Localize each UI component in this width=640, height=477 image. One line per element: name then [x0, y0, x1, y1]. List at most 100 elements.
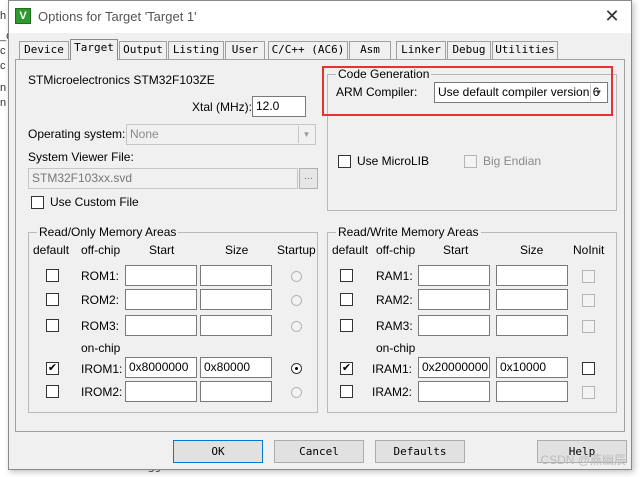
use-custom-file-checkbox[interactable] — [31, 196, 44, 209]
rw-header-start: Start — [443, 243, 469, 257]
iram1-default-checkbox[interactable]: ✔ — [340, 362, 353, 375]
tab-cpp[interactable]: C/C++ (AC6) — [268, 41, 348, 59]
iram1-noinit-checkbox[interactable] — [582, 362, 595, 375]
ram1-noinit-checkbox[interactable] — [582, 270, 595, 283]
rom1-label: ROM1: — [81, 269, 120, 283]
background-char: c — [0, 60, 6, 72]
irom1-startup-radio[interactable] — [291, 363, 302, 374]
red-highlight-box — [322, 66, 613, 116]
ram3-size-input[interactable] — [496, 315, 568, 336]
iram2-noinit-checkbox[interactable] — [582, 386, 595, 399]
use-microlib-label: Use MicroLIB — [357, 154, 430, 168]
title-bar[interactable]: V Options for Target 'Target 1' ✕ — [9, 1, 631, 33]
irom2-startup-radio[interactable] — [291, 387, 302, 398]
iram2-label: IRAM2: — [372, 385, 413, 399]
rom2-start-input[interactable] — [125, 289, 197, 310]
irom1-start-input[interactable]: 0x8000000 — [125, 357, 197, 378]
iram1-start-input[interactable]: 0x20000000 — [418, 357, 490, 378]
background-char: c — [0, 45, 6, 57]
ro-header-start: Start — [149, 243, 175, 257]
ro-header-offchip: off-chip — [81, 243, 121, 257]
background-char: n — [0, 82, 7, 94]
ro-onchip-label: on-chip — [81, 341, 121, 355]
irom2-size-input[interactable] — [200, 381, 272, 402]
rom3-label: ROM3: — [81, 319, 120, 333]
rom3-default-checkbox[interactable] — [46, 319, 59, 332]
ram1-start-input[interactable] — [418, 265, 490, 286]
ro-header-default: default — [33, 243, 70, 257]
background-char: h — [0, 10, 7, 22]
ram3-default-checkbox[interactable] — [340, 319, 353, 332]
ram3-label: RAM3: — [376, 319, 413, 333]
read-only-memory-title: Read/Only Memory Areas — [37, 225, 179, 239]
read-write-memory-group: Read/Write Memory Areas default off-chip… — [327, 225, 617, 413]
chevron-down-icon: ▼ — [298, 126, 314, 143]
os-label: Operating system: — [28, 127, 126, 141]
rw-header-offchip: off-chip — [376, 243, 416, 257]
ram2-noinit-checkbox[interactable] — [582, 294, 595, 307]
rw-header-size: Size — [520, 243, 544, 257]
rom2-default-checkbox[interactable] — [46, 293, 59, 306]
use-microlib-checkbox[interactable] — [338, 155, 351, 168]
device-name: STMicroelectronics STM32F103ZE — [28, 73, 215, 87]
defaults-button[interactable]: Defaults — [375, 440, 465, 463]
use-custom-file-label: Use Custom File — [50, 195, 139, 209]
rom3-start-input[interactable] — [125, 315, 197, 336]
big-endian-checkbox[interactable] — [464, 155, 477, 168]
irom1-default-checkbox[interactable]: ✔ — [46, 362, 59, 375]
iram1-size-input[interactable]: 0x10000 — [496, 357, 568, 378]
ok-button[interactable]: OK — [173, 440, 263, 463]
os-select-value: None — [130, 127, 159, 141]
rom2-size-input[interactable] — [200, 289, 272, 310]
rom1-size-input[interactable] — [200, 265, 272, 286]
irom1-size-input[interactable]: 0x80000 — [200, 357, 272, 378]
os-select[interactable]: None ▼ — [126, 124, 316, 145]
tab-target[interactable]: Target — [70, 39, 118, 60]
ram2-size-input[interactable] — [496, 289, 568, 310]
tab-listing[interactable]: Listing — [168, 41, 224, 59]
background-editor-strip: h _c c c n n — [0, 0, 12, 477]
ro-header-size: Size — [225, 243, 249, 257]
read-write-memory-title: Read/Write Memory Areas — [336, 225, 481, 239]
ram3-start-input[interactable] — [418, 315, 490, 336]
svf-label: System Viewer File: — [28, 150, 134, 164]
read-only-memory-group: Read/Only Memory Areas default off-chip … — [28, 225, 318, 413]
close-button[interactable]: ✕ — [593, 1, 631, 33]
keil-app-icon: V — [15, 8, 31, 24]
tab-output[interactable]: Output — [119, 41, 167, 59]
ram2-label: RAM2: — [376, 293, 413, 307]
irom2-start-input[interactable] — [125, 381, 197, 402]
tab-user[interactable]: User — [225, 41, 265, 59]
rom2-startup-radio[interactable] — [291, 295, 302, 306]
window-title: Options for Target 'Target 1' — [38, 9, 197, 24]
svf-browse-button[interactable]: ... — [299, 168, 318, 189]
rom1-startup-radio[interactable] — [291, 271, 302, 282]
ram2-default-checkbox[interactable] — [340, 293, 353, 306]
rom1-start-input[interactable] — [125, 265, 197, 286]
xtal-label: Xtal (MHz): — [192, 100, 252, 114]
tab-debug[interactable]: Debug — [447, 41, 491, 59]
background-char: n — [0, 97, 7, 109]
xtal-input[interactable]: 12.0 — [252, 96, 306, 117]
cancel-button[interactable]: Cancel — [274, 440, 364, 463]
rom1-default-checkbox[interactable] — [46, 269, 59, 282]
irom2-label: IROM2: — [81, 385, 123, 399]
rom3-startup-radio[interactable] — [291, 321, 302, 332]
rom3-size-input[interactable] — [200, 315, 272, 336]
irom2-default-checkbox[interactable] — [46, 385, 59, 398]
rw-header-noinit: NoInit — [573, 243, 605, 257]
iram1-label: IRAM1: — [372, 362, 413, 376]
tab-asm[interactable]: Asm — [349, 41, 391, 59]
ram3-noinit-checkbox[interactable] — [582, 320, 595, 333]
ram2-start-input[interactable] — [418, 289, 490, 310]
iram2-start-input[interactable] — [418, 381, 490, 402]
tab-linker[interactable]: Linker — [396, 41, 446, 59]
iram2-size-input[interactable] — [496, 381, 568, 402]
rom2-label: ROM2: — [81, 293, 120, 307]
svf-input[interactable]: STM32F103xx.svd — [28, 168, 298, 189]
tab-utilities[interactable]: Utilities — [492, 41, 558, 59]
ram1-size-input[interactable] — [496, 265, 568, 286]
iram2-default-checkbox[interactable] — [340, 385, 353, 398]
ram1-default-checkbox[interactable] — [340, 269, 353, 282]
tab-device[interactable]: Device — [19, 41, 69, 59]
